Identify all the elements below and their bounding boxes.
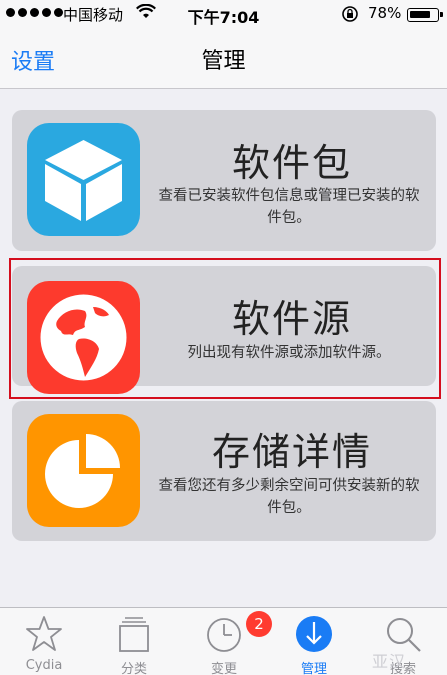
star-icon bbox=[26, 616, 62, 651]
tab-label: 管理 bbox=[300, 662, 327, 675]
packages-card[interactable]: 软件包 查看已安装软件包信息或管理已安装的软件包。 bbox=[12, 110, 436, 251]
pie-chart-icon bbox=[27, 414, 140, 527]
download-icon bbox=[296, 616, 332, 652]
clock-icon bbox=[207, 618, 241, 652]
status-bar: 中国移动 下午7:04 78% bbox=[0, 0, 447, 27]
tab-label: 分类 bbox=[120, 662, 147, 675]
tab-sections[interactable]: 分类 bbox=[94, 608, 174, 675]
card-description: 查看已安装软件包信息或管理已安装的软件包。 bbox=[158, 188, 420, 226]
tab-label: 变更 bbox=[210, 662, 237, 675]
tab-label: Cydia bbox=[25, 658, 63, 673]
orientation-lock-icon bbox=[342, 6, 358, 22]
card-title: 软件包 bbox=[231, 141, 352, 185]
selection-highlight bbox=[9, 258, 441, 399]
tab-cydia[interactable]: Cydia bbox=[4, 608, 84, 675]
changes-badge: 2 bbox=[246, 611, 272, 637]
storage-card[interactable]: 存储详情 查看您还有多少剩余空间可供安装新的软件包。 bbox=[12, 401, 436, 541]
battery-percentage: 78% bbox=[368, 4, 402, 22]
page-title: 管理 bbox=[201, 49, 246, 74]
card-description: 查看您还有多少剩余空间可供安装新的软件包。 bbox=[158, 478, 420, 516]
card-title: 存储详情 bbox=[211, 430, 372, 474]
navigation-bar: 设置 管理 bbox=[0, 26, 447, 89]
watermark: 亚汉 bbox=[372, 652, 407, 671]
battery-icon bbox=[407, 8, 443, 22]
package-icon bbox=[27, 123, 140, 236]
tab-manage[interactable]: 管理 bbox=[274, 608, 354, 675]
sections-icon bbox=[119, 617, 149, 652]
